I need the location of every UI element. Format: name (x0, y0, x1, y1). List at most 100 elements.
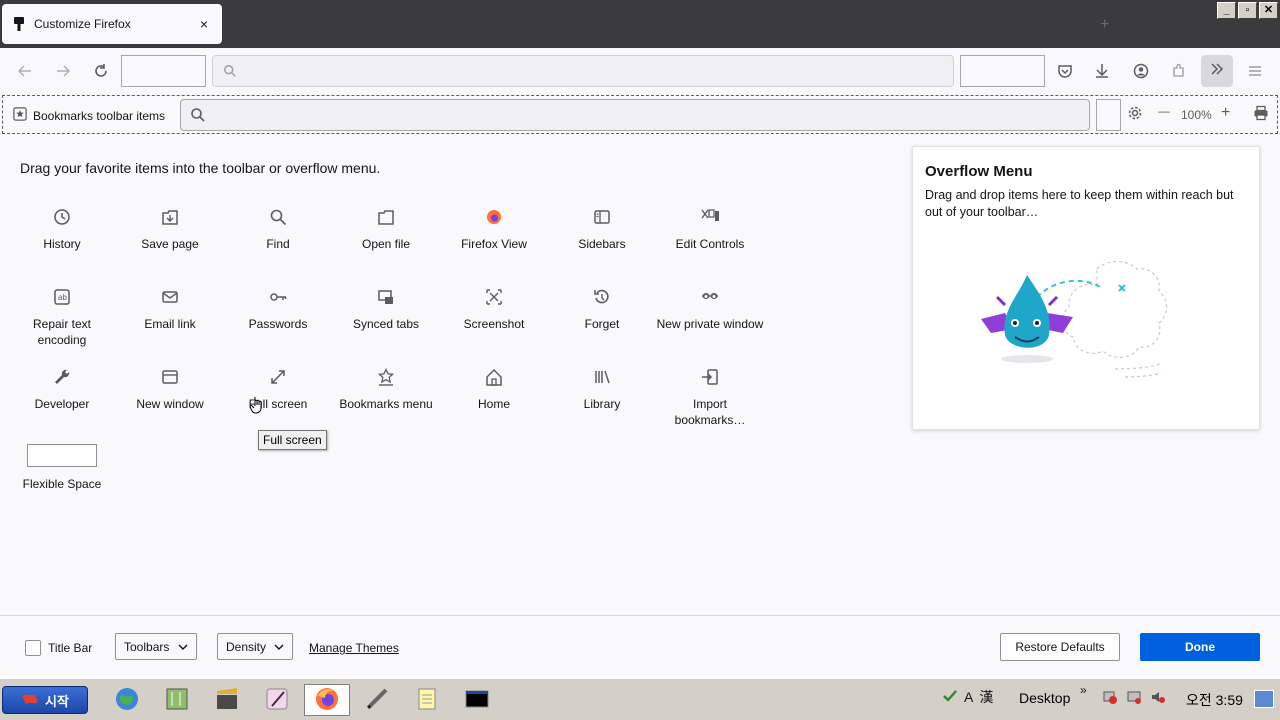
gear-icon[interactable] (1127, 105, 1143, 121)
bookmarks-toolbar-items-label: Bookmarks toolbar items (33, 108, 166, 123)
ime-mode-han[interactable]: 漢 (979, 687, 993, 707)
clock[interactable]: 오전 3:59 (1186, 690, 1243, 710)
bookmarks-toolbar: Bookmarks toolbar items — 100% + (2, 95, 1278, 134)
palette-item[interactable]: New window (116, 368, 224, 412)
palette-item[interactable]: History (8, 208, 116, 252)
clock-icon (54, 209, 70, 225)
flexible-space-item[interactable] (27, 444, 97, 467)
reload-icon[interactable] (92, 62, 110, 80)
search-box[interactable] (180, 99, 1090, 131)
palette-item-label: Full screen (248, 397, 308, 411)
back-arrow-icon[interactable] (16, 62, 34, 80)
fullscreen-icon (271, 370, 285, 384)
overflow-description: Drag and drop items here to keep them wi… (925, 188, 1234, 219)
flexible-space-slot[interactable] (960, 55, 1045, 87)
print-icon[interactable] (1253, 105, 1269, 121)
palette-item-label: Bookmarks menu (339, 397, 433, 411)
restore-defaults-button[interactable]: Restore Defaults (1000, 633, 1120, 661)
manage-themes-link[interactable]: Manage Themes (309, 641, 399, 655)
bookmarks-toolbar-items[interactable]: Bookmarks toolbar items (13, 107, 165, 124)
clapperboard-icon (214, 686, 240, 715)
palette-item[interactable]: Home (440, 368, 548, 412)
taskbar-app-terminal[interactable] (454, 684, 500, 716)
palette-item[interactable]: Developer (8, 368, 116, 412)
palette-item-label: Synced tabs (352, 317, 420, 331)
library-icon (595, 370, 610, 384)
tab-customize-firefox[interactable]: Customize Firefox × (2, 4, 222, 44)
private-mask-icon (702, 293, 718, 299)
zoom-out-button[interactable]: — (1158, 104, 1170, 118)
account-icon[interactable] (1132, 62, 1150, 80)
palette-item-label: Passwords (248, 317, 308, 331)
palette-item[interactable]: Find (224, 208, 332, 252)
extensions-icon[interactable] (1170, 62, 1188, 80)
key-icon (270, 293, 287, 301)
done-button[interactable]: Done (1140, 633, 1260, 661)
taskbar-app-globe[interactable] (104, 684, 150, 716)
system-tray (1102, 689, 1166, 708)
taskbar-app-clapper[interactable] (204, 684, 250, 716)
hamburger-menu-icon[interactable] (1246, 62, 1264, 80)
taskbar-app-paint[interactable] (254, 684, 300, 716)
edit-controls-icon (701, 209, 719, 221)
palette-item[interactable]: ab Repair text encoding (8, 288, 116, 348)
palette-item-label: New window (136, 397, 204, 411)
palette-item[interactable]: Library (548, 368, 656, 412)
volume-muted-icon[interactable] (1150, 689, 1166, 708)
empty-slot[interactable] (1096, 99, 1121, 131)
palette-item-label: History (43, 237, 81, 251)
palette-item-label: Developer (34, 397, 90, 411)
taskbar-app-notepad[interactable] (404, 684, 450, 716)
pocket-icon[interactable] (1056, 62, 1074, 80)
title-bar-checkbox[interactable] (25, 640, 41, 656)
palette-item[interactable]: Save page (116, 208, 224, 252)
toolbars-dropdown[interactable]: Toolbars (115, 633, 197, 660)
tab-title: Customize Firefox (34, 17, 131, 31)
overflow-menu-button[interactable] (1201, 55, 1233, 87)
palette-item-label: Screenshot (463, 317, 525, 331)
flexible-space-slot[interactable] (121, 55, 206, 87)
close-window-button[interactable]: ✕ (1259, 2, 1278, 19)
palette-item[interactable]: Passwords (224, 288, 332, 332)
palette-item-label: Email link (144, 317, 196, 331)
show-desktop-icon[interactable] (1254, 690, 1274, 708)
start-button[interactable]: 시작 (2, 686, 88, 714)
palette-item[interactable]: Firefox View (440, 208, 548, 252)
tab-close-icon[interactable]: × (196, 16, 212, 32)
density-label: Density (226, 639, 267, 654)
zoom-in-button[interactable]: + (1221, 104, 1230, 122)
palette-item-label: Import bookmarks… (674, 397, 746, 427)
palette-item[interactable]: Screenshot (440, 288, 548, 332)
palette-item[interactable]: Bookmarks menu (332, 368, 440, 412)
customize-instructions: Drag your favorite items into the toolba… (20, 160, 381, 176)
dragon-illustration (981, 260, 1168, 378)
taskbar-app-map[interactable] (154, 684, 200, 716)
palette-item[interactable]: New private window (656, 288, 764, 332)
taskbar-app-firefox[interactable] (304, 684, 350, 716)
ime-status-icon[interactable] (942, 688, 958, 707)
desktop-toolbar-label[interactable]: Desktop (1019, 690, 1070, 706)
desktop-chevron-icon[interactable]: » (1080, 683, 1087, 697)
density-dropdown[interactable]: Density (217, 633, 293, 660)
url-bar[interactable] (212, 55, 954, 87)
palette-item[interactable]: Email link (116, 288, 224, 332)
palette-item[interactable]: Edit Controls (656, 208, 764, 252)
downloads-icon[interactable] (1093, 62, 1111, 80)
new-tab-icon[interactable]: + (1100, 16, 1109, 34)
palette-item-label: Repair text encoding (32, 317, 92, 347)
firefox-icon (314, 686, 340, 715)
ime-mode-a[interactable]: A (964, 689, 973, 705)
palette-item[interactable]: Sidebars (548, 208, 656, 252)
palette-item[interactable]: Synced tabs (332, 288, 440, 332)
zoom-level[interactable]: 100% (1181, 108, 1212, 122)
minimize-button[interactable]: _ (1217, 2, 1236, 19)
palette-item[interactable]: Import bookmarks… (656, 368, 764, 428)
network-error-icon[interactable] (1102, 689, 1118, 708)
palette-item[interactable]: Forget (548, 288, 656, 332)
palette-item[interactable]: Full screen (224, 368, 332, 412)
taskbar-app-tool[interactable] (354, 684, 400, 716)
palette-item[interactable]: Open file (332, 208, 440, 252)
forward-arrow-icon[interactable] (54, 62, 72, 80)
maximize-button[interactable]: ▫ (1238, 2, 1257, 19)
network-icon[interactable] (1126, 689, 1142, 708)
